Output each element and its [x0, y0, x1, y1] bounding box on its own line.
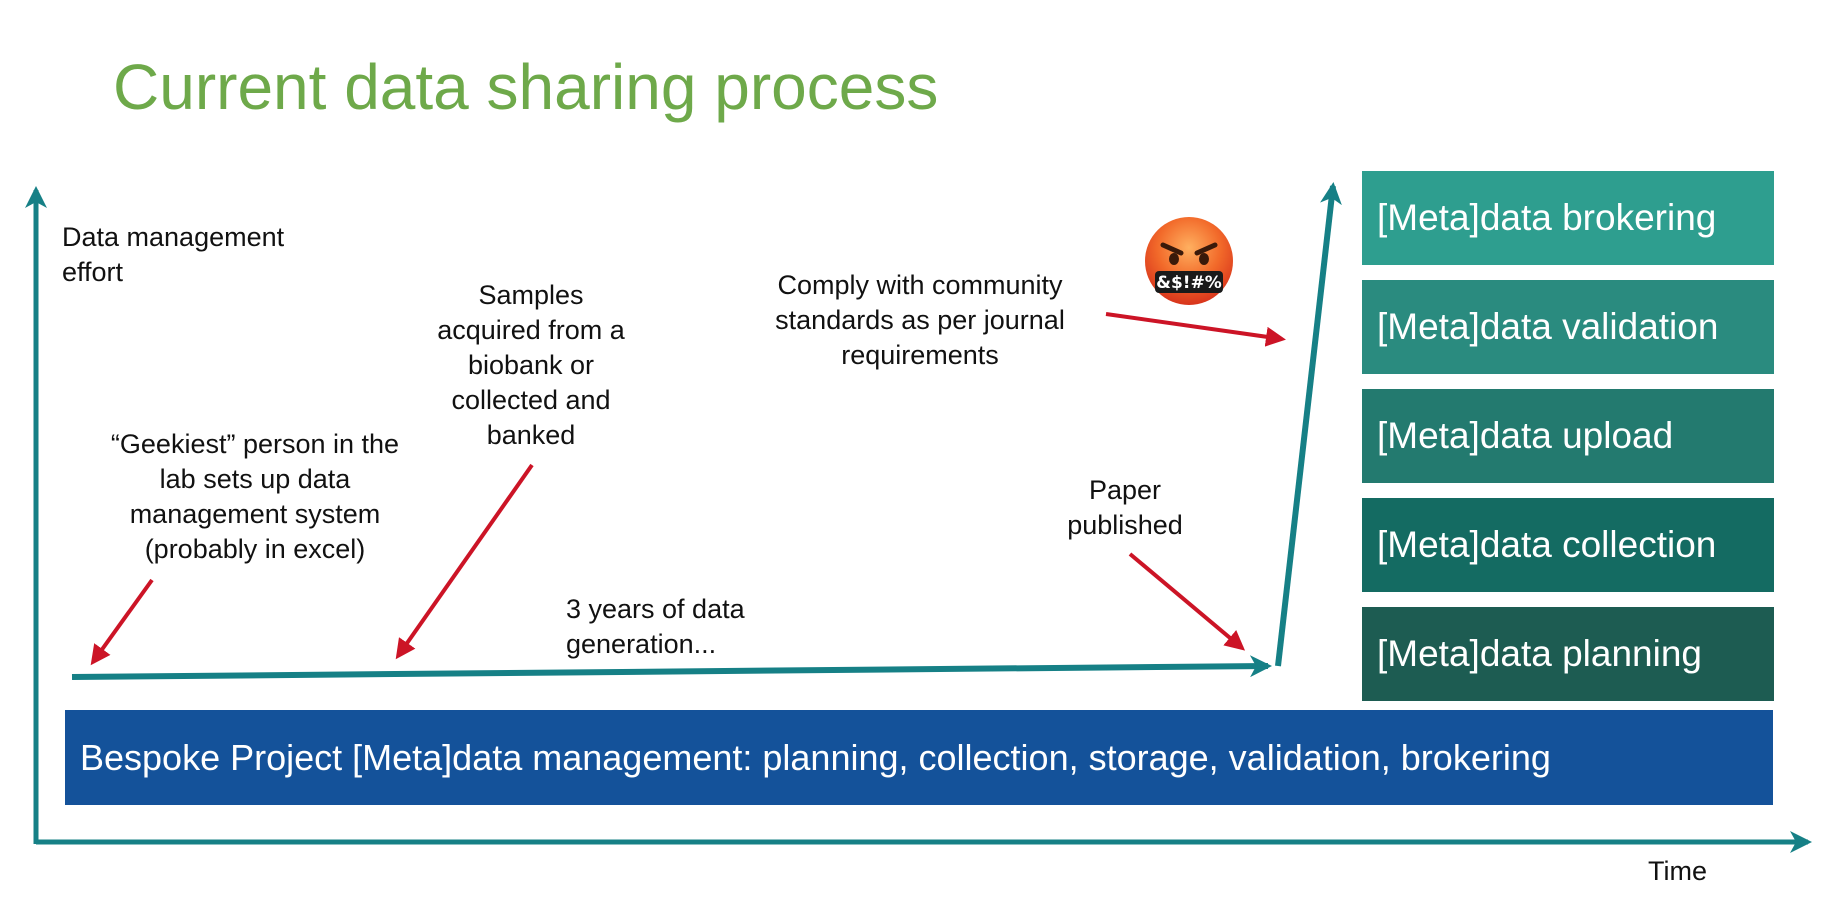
annotation-line: Comply with community [777, 270, 1063, 300]
annotation-line: standards as per journal [775, 305, 1065, 335]
paper-arrow [1128, 552, 1246, 651]
annotation-line: biobank or [467, 350, 595, 380]
annotation-line: published [1067, 510, 1183, 540]
stack-box-brokering: [Meta]data brokering [1362, 171, 1774, 265]
angry-face-with-symbols-icon: &$!#% [1145, 217, 1233, 305]
annotation-line: requirements [841, 340, 999, 370]
annotation-line: lab sets up data [159, 464, 351, 494]
paper-annotation: Paper published [1050, 473, 1200, 543]
annotation-line: “Geekiest” person in the [110, 429, 400, 459]
y-axis-label-line: effort [62, 257, 124, 287]
annotation-line: (probably in excel) [144, 534, 366, 564]
comply-annotation: Comply with community standards as per j… [750, 268, 1090, 373]
effort-line-flat [71, 655, 1272, 680]
emoji-symbols: &$!#% [1156, 273, 1222, 293]
stack-box-planning: [Meta]data planning [1362, 607, 1774, 701]
geekiest-arrow [90, 578, 154, 666]
y-axis-label: Data management effort [62, 220, 284, 290]
annotation-line: collected and [451, 385, 611, 415]
bespoke-management-bar: Bespoke Project [Meta]data management: p… [65, 710, 1773, 805]
years-annotation: 3 years of data generation... [566, 592, 745, 662]
annotation-line: acquired from a [437, 315, 625, 345]
samples-annotation: Samples acquired from a biobank or colle… [420, 278, 642, 453]
annotation-line: banked [486, 420, 576, 450]
effort-line-spike [1275, 182, 1342, 667]
annotation-line: generation... [566, 629, 717, 659]
stack-box-upload: [Meta]data upload [1362, 389, 1774, 483]
x-axis-label: Time [1648, 856, 1707, 886]
y-axis-label-line: Data management [62, 222, 285, 252]
annotation-line: management system [129, 499, 381, 529]
geekiest-annotation: “Geekiest” person in the lab sets up dat… [88, 427, 422, 567]
annotation-line: Paper [1088, 475, 1162, 505]
stack-box-collection: [Meta]data collection [1362, 498, 1774, 592]
annotation-line: 3 years of data [566, 594, 745, 624]
comply-arrow [1105, 312, 1286, 347]
annotation-line: Samples [478, 280, 584, 310]
stack-box-validation: [Meta]data validation [1362, 280, 1774, 374]
